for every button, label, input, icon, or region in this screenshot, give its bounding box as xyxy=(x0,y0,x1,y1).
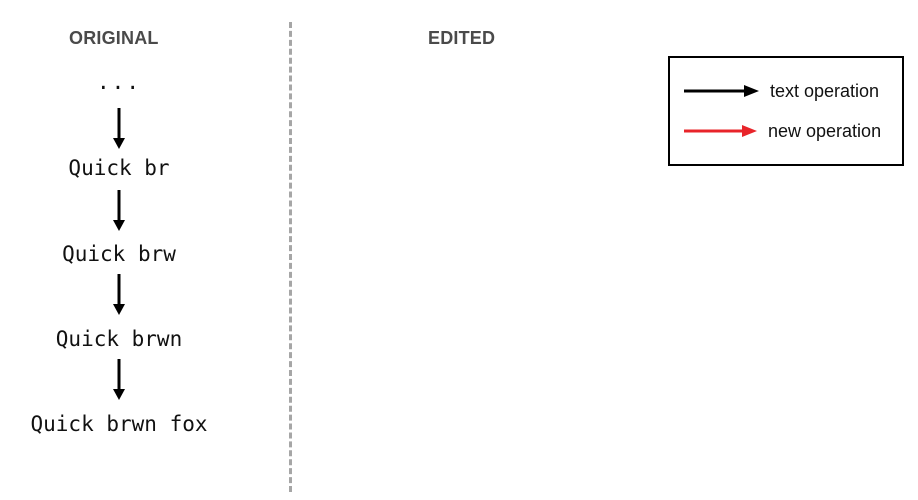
column-divider xyxy=(289,22,292,492)
original-column-title: ORIGINAL xyxy=(69,28,159,48)
red-arrow-icon xyxy=(684,125,757,137)
legend-item-text-operation: text operation xyxy=(684,80,879,102)
down-arrow-icon xyxy=(113,108,125,149)
text-state-2: Quick brw xyxy=(62,242,176,266)
legend-box: text operation new operation xyxy=(668,56,904,166)
text-state-3: Quick brwn xyxy=(55,327,183,351)
text-state-1: Quick br xyxy=(68,156,170,180)
legend-label-new-operation: new operation xyxy=(768,120,882,141)
down-arrow-icon xyxy=(113,359,125,400)
legend-label-text-operation: text operation xyxy=(770,80,880,101)
ellipsis-text: ... xyxy=(97,70,141,94)
black-arrow-icon xyxy=(684,85,759,97)
text-state-4: Quick brwn fox xyxy=(30,412,208,436)
down-arrow-icon xyxy=(113,274,125,315)
edited-column-title: EDITED xyxy=(428,28,496,48)
legend-item-new-operation: new operation xyxy=(684,120,881,142)
down-arrow-icon xyxy=(113,190,125,231)
